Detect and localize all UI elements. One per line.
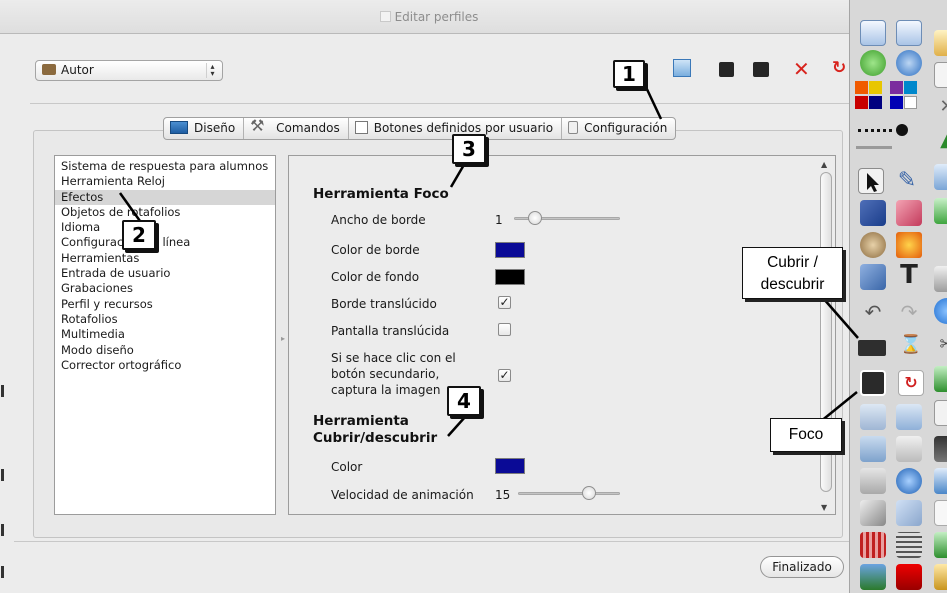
callout-3: 3 [452, 134, 486, 164]
callout-spotlight: Foco [770, 418, 842, 452]
callout-reveal: Cubrir / descubrir [742, 247, 843, 299]
arrow-4 [447, 416, 466, 437]
arrow-reveal [822, 297, 859, 339]
arrow-2 [118, 192, 142, 222]
callout-2: 2 [122, 220, 156, 250]
arrow-3 [449, 162, 467, 188]
arrow-1 [643, 84, 663, 120]
callout-1: 1 [613, 60, 645, 88]
callout-4: 4 [447, 386, 481, 416]
